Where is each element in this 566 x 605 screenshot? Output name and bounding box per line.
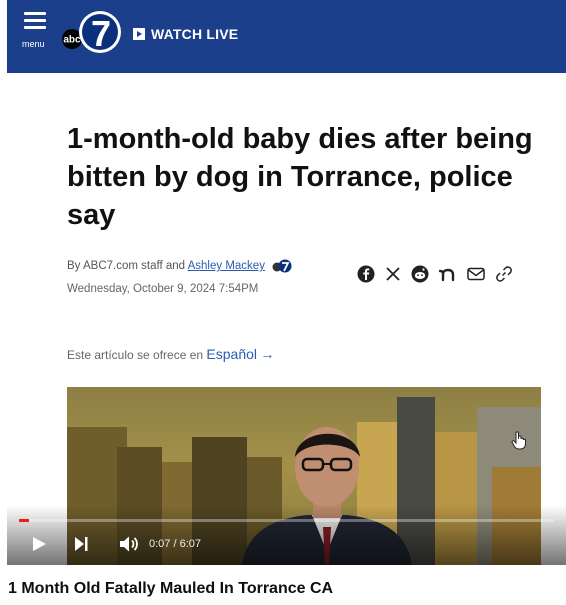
menu-icon-line <box>24 12 46 15</box>
spanish-notice-text: Este artículo se ofrece en <box>67 348 207 362</box>
play-icon <box>133 28 145 40</box>
arrow-right-icon: → <box>260 346 275 362</box>
volume-icon[interactable] <box>119 535 139 553</box>
article-headline: 1-month-old baby dies after being bitten… <box>67 123 533 231</box>
byline: By ABC7.com staff and Ashley Mackey <box>67 259 292 273</box>
play-button[interactable] <box>31 536 47 552</box>
watch-live-label: WATCH LIVE <box>151 26 239 42</box>
x-icon[interactable] <box>385 266 401 282</box>
facebook-icon[interactable] <box>357 265 375 283</box>
spanish-notice: Este artículo se ofrece en Español → <box>67 346 274 362</box>
watch-live-button[interactable]: WATCH LIVE <box>133 26 238 42</box>
share-bar <box>357 265 513 283</box>
email-icon[interactable] <box>467 267 485 281</box>
abc7-logo[interactable]: abc 7 <box>62 9 122 57</box>
time-display: 0:07 / 6:07 <box>149 538 201 550</box>
video-title: 1 Month Old Fatally Mauled In Torrance C… <box>8 580 334 597</box>
link-icon[interactable] <box>495 265 513 283</box>
menu-label: menu <box>22 39 45 49</box>
menu-icon-line <box>24 19 46 22</box>
progress-played <box>19 519 30 522</box>
author-link[interactable]: Ashley Mackey <box>188 260 265 272</box>
hand-cursor-icon <box>511 431 526 450</box>
abc7-mini-icon <box>272 259 292 273</box>
reddit-icon[interactable] <box>411 265 429 283</box>
menu-icon-line <box>24 26 46 29</box>
article-date: Wednesday, October 9, 2024 7:54PM <box>67 283 259 295</box>
menu-button[interactable]: menu <box>21 12 51 52</box>
svg-text:7: 7 <box>91 13 111 54</box>
video-frame[interactable]: menu abc 7 WATCH LIVE 1-month-old baby d… <box>7 0 566 565</box>
nextdoor-icon[interactable] <box>439 266 457 282</box>
svg-text:abc: abc <box>63 35 81 46</box>
byline-prefix: By ABC7.com staff and <box>67 260 188 273</box>
progress-bar[interactable] <box>19 519 554 522</box>
player-controls-gradient <box>7 505 566 565</box>
next-button[interactable] <box>73 536 89 552</box>
site-header: menu abc 7 WATCH LIVE <box>7 0 566 73</box>
spanish-link[interactable]: Español <box>206 346 257 362</box>
